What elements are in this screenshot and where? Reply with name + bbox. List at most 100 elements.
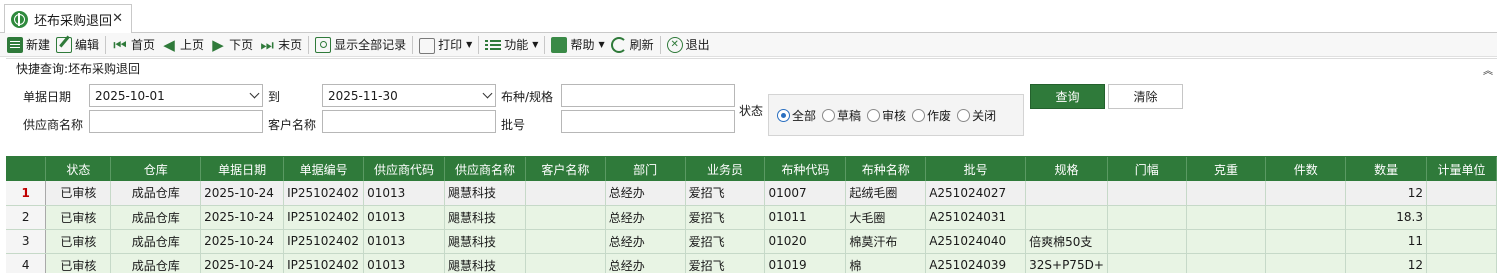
cell-warehouse[interactable]: 成品仓库 (110, 229, 202, 254)
cell-batch-number[interactable]: A251024027 (925, 181, 1027, 206)
row-number-cell[interactable]: 2 (6, 205, 47, 230)
function-button[interactable]: 功能 ▼ (482, 34, 541, 56)
status-radio-void[interactable]: 作废 (912, 107, 951, 124)
cell-customer-name[interactable] (525, 253, 606, 273)
cell-spec[interactable]: 倍爽棉50支 (1025, 229, 1108, 254)
cell-fabric-code[interactable]: 01019 (764, 253, 847, 273)
cell-doc-number[interactable]: IP25102402 (283, 181, 365, 206)
help-button[interactable]: 帮助 ▼ (548, 34, 607, 56)
cell-width[interactable] (1107, 229, 1187, 254)
cell-status[interactable]: 已审核 (45, 181, 112, 206)
cell-spec[interactable]: 32S+P75D+ (1025, 253, 1108, 273)
cell-department[interactable]: 总经办 (605, 205, 686, 230)
table-row[interactable]: 4 已审核 成品仓库 2025-10-24 IP25102402 01013 飓慧科技 总经办… (6, 253, 1497, 273)
cell-customer-name[interactable] (525, 205, 606, 230)
customer-input[interactable] (322, 110, 496, 133)
row-number-cell[interactable]: 3 (6, 229, 47, 254)
cell-pieces[interactable] (1265, 229, 1347, 254)
refresh-button[interactable]: 刷新 (608, 34, 657, 56)
cell-unit[interactable] (1426, 253, 1497, 273)
column-header-supplier-name[interactable]: 供应商名称 (444, 157, 526, 181)
cell-weight[interactable] (1186, 181, 1267, 206)
column-header-supplier-code[interactable]: 供应商代码 (363, 157, 445, 181)
show-all-button[interactable]: 显示全部记录 (312, 34, 409, 56)
cell-supplier-name[interactable]: 飓慧科技 (444, 205, 526, 230)
column-header-customer-name[interactable]: 客户名称 (525, 157, 606, 181)
column-header-salesperson[interactable]: 业务员 (685, 157, 766, 181)
collapse-icon[interactable]: ︽ (1483, 62, 1493, 77)
column-header-doc-number[interactable]: 单据编号 (283, 157, 365, 181)
cell-doc-number[interactable]: IP25102402 (283, 253, 365, 273)
cell-supplier-name[interactable]: 飓慧科技 (444, 181, 526, 206)
chevron-down-icon[interactable] (249, 88, 260, 99)
column-header-fabric-code[interactable]: 布种代码 (764, 157, 847, 181)
column-header-row-number[interactable] (6, 157, 47, 181)
cell-spec[interactable] (1025, 181, 1108, 206)
cell-warehouse[interactable]: 成品仓库 (110, 181, 202, 206)
cell-pieces[interactable] (1265, 205, 1347, 230)
close-icon[interactable]: ✕ (112, 11, 123, 26)
status-radio-approved[interactable]: 审核 (867, 107, 906, 124)
cell-batch-number[interactable]: A251024039 (925, 253, 1027, 273)
cell-weight[interactable] (1186, 205, 1267, 230)
new-button[interactable]: 新建 (4, 34, 53, 56)
column-header-quantity[interactable]: 数量 (1345, 157, 1427, 181)
cell-department[interactable]: 总经办 (605, 253, 686, 273)
last-page-button[interactable]: ⏭ 末页 (256, 34, 305, 56)
cell-pieces[interactable] (1265, 181, 1347, 206)
batch-input[interactable] (561, 110, 735, 133)
cell-salesperson[interactable]: 爱招飞 (685, 181, 766, 206)
query-button[interactable]: 查询 (1030, 84, 1105, 109)
prev-page-button[interactable]: ◀ 上页 (158, 34, 207, 56)
cell-doc-date[interactable]: 2025-10-24 (200, 181, 285, 206)
cell-supplier-code[interactable]: 01013 (363, 181, 445, 206)
cell-weight[interactable] (1186, 229, 1267, 254)
next-page-button[interactable]: ▶ 下页 (207, 34, 256, 56)
cell-width[interactable] (1107, 253, 1187, 273)
first-page-button[interactable]: ⏮ 首页 (109, 34, 158, 56)
cell-supplier-name[interactable]: 飓慧科技 (444, 229, 526, 254)
cell-fabric-name[interactable]: 起绒毛圈 (845, 181, 927, 206)
supplier-input[interactable] (89, 110, 263, 133)
cell-salesperson[interactable]: 爱招飞 (685, 229, 766, 254)
cell-supplier-code[interactable]: 01013 (363, 229, 445, 254)
cell-fabric-name[interactable]: 大毛圈 (845, 205, 927, 230)
cell-customer-name[interactable] (525, 229, 606, 254)
column-header-weight[interactable]: 克重 (1186, 157, 1267, 181)
cell-quantity[interactable]: 18.3 (1345, 205, 1427, 230)
clear-button[interactable]: 清除 (1108, 84, 1183, 109)
cell-customer-name[interactable] (525, 181, 606, 206)
column-header-fabric-name[interactable]: 布种名称 (845, 157, 927, 181)
cell-status[interactable]: 已审核 (45, 205, 112, 230)
cell-supplier-name[interactable]: 飓慧科技 (444, 253, 526, 273)
cell-weight[interactable] (1186, 253, 1267, 273)
fabric-input[interactable] (561, 84, 735, 107)
cell-quantity[interactable]: 11 (1345, 229, 1427, 254)
exit-button[interactable]: ✕ 退出 (664, 34, 713, 56)
column-header-warehouse[interactable]: 仓库 (110, 157, 202, 181)
cell-quantity[interactable]: 12 (1345, 181, 1427, 206)
date-from-field[interactable]: 2025-10-01 (89, 84, 263, 107)
row-number-cell[interactable]: 4 (6, 253, 47, 273)
cell-doc-date[interactable]: 2025-10-24 (200, 205, 285, 230)
cell-width[interactable] (1107, 181, 1187, 206)
cell-supplier-code[interactable]: 01013 (363, 205, 445, 230)
cell-batch-number[interactable]: A251024040 (925, 229, 1027, 254)
cell-fabric-name[interactable]: 棉莫汗布 (845, 229, 927, 254)
cell-fabric-code[interactable]: 01020 (764, 229, 847, 254)
cell-doc-date[interactable]: 2025-10-24 (200, 253, 285, 273)
cell-width[interactable] (1107, 205, 1187, 230)
cell-warehouse[interactable]: 成品仓库 (110, 253, 202, 273)
chevron-down-icon[interactable] (482, 88, 493, 99)
cell-unit[interactable] (1426, 181, 1497, 206)
cell-warehouse[interactable]: 成品仓库 (110, 205, 202, 230)
cell-unit[interactable] (1426, 205, 1497, 230)
table-row[interactable]: 3 已审核 成品仓库 2025-10-24 IP25102402 01013 飓慧科技 总经办… (6, 229, 1497, 254)
cell-department[interactable]: 总经办 (605, 181, 686, 206)
cell-batch-number[interactable]: A251024031 (925, 205, 1027, 230)
cell-quantity[interactable]: 12 (1345, 253, 1427, 273)
cell-fabric-name[interactable]: 棉 (845, 253, 927, 273)
table-row[interactable]: 1 已审核 成品仓库 2025-10-24 IP25102402 01013 飓慧科技 总经办… (6, 181, 1497, 206)
column-header-width[interactable]: 门幅 (1107, 157, 1187, 181)
column-header-status[interactable]: 状态 (45, 157, 112, 181)
